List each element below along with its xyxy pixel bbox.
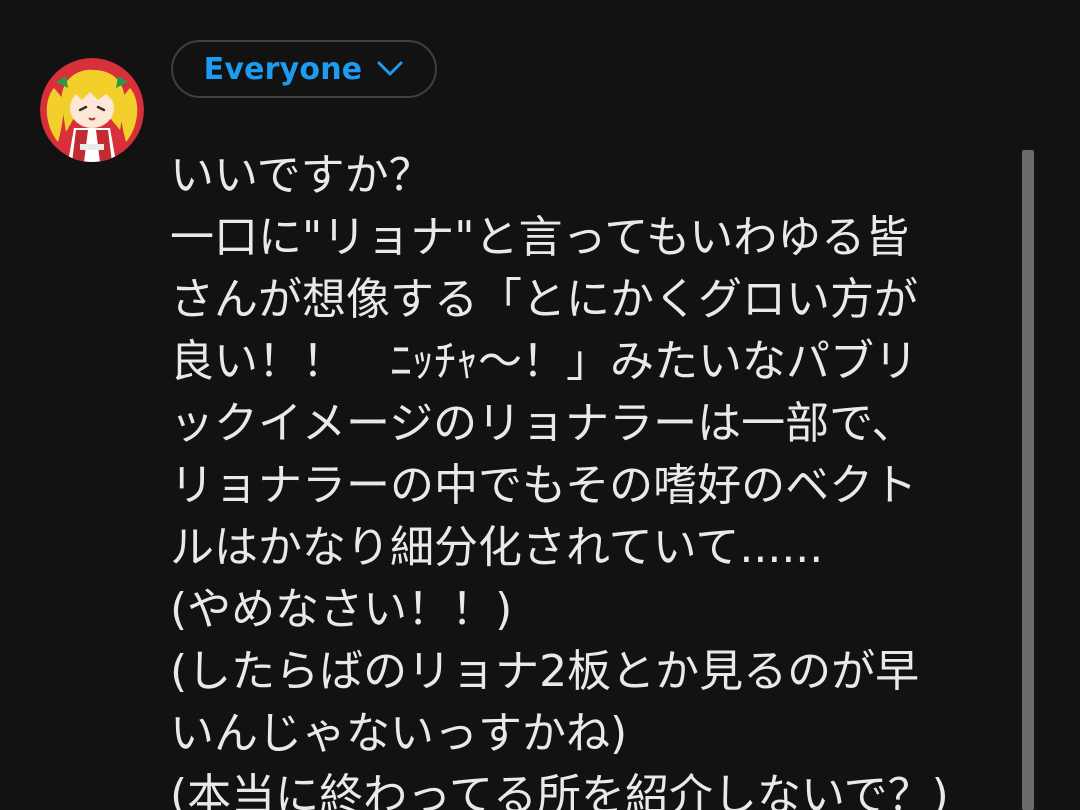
post-text-editor[interactable]: いいですか？ 一口に"リョナ"と言ってもいわゆる皆 さんが想像する「とにかくグロ… — [170, 145, 1020, 810]
post-text-line: ルはかなり細分化されていて...... — [170, 522, 824, 573]
chevron-down-icon — [376, 60, 404, 78]
post-text-line: さんが想像する「とにかくグロい方が — [170, 274, 918, 325]
post-text-line: 良い！！ ﾆｯﾁｬ〜！」みたいなパブリ — [170, 336, 918, 387]
post-text-line: リョナラーの中でもその嗜好のベクト — [170, 460, 918, 511]
post-text-line: いんじゃないっすかね) — [170, 708, 628, 759]
post-text-line: (本当に終わってる所を紹介しないで？) — [170, 770, 949, 810]
avatar-image — [40, 58, 144, 162]
post-text-line: (やめなさい！！) — [170, 584, 513, 635]
avatar[interactable] — [40, 58, 144, 162]
audience-label: Everyone — [203, 51, 363, 87]
editor-scrollbar[interactable] — [1022, 150, 1034, 810]
audience-selector-button[interactable]: Everyone — [171, 40, 437, 98]
post-text-line: (したらばのリョナ2板とか見るのが早 — [170, 646, 920, 697]
post-text-line: ックイメージのリョナラーは一部で、 — [170, 398, 916, 449]
post-text-line: 一口に"リョナ"と言ってもいわゆる皆 — [170, 212, 910, 263]
compose-screen: Everyone いいですか？ 一口に"リョナ"と言ってもいわゆる皆 さんが想像… — [0, 0, 1080, 810]
post-text-line: いいですか？ — [170, 150, 433, 201]
